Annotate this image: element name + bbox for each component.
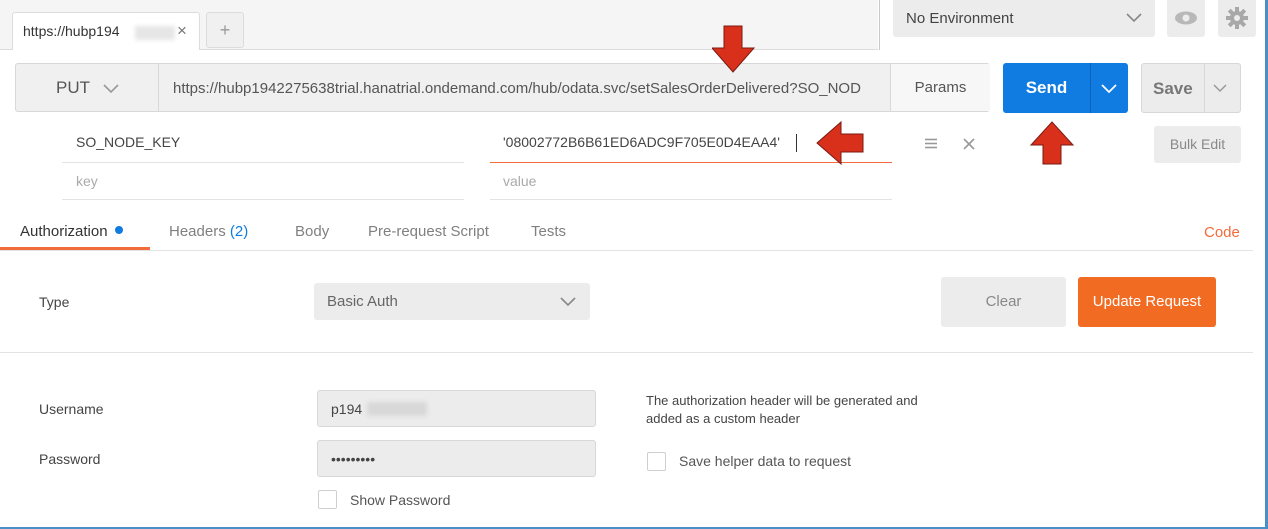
params-button[interactable]: Params xyxy=(890,64,990,111)
new-tab-button[interactable]: + xyxy=(206,12,244,48)
chevron-down-icon xyxy=(560,297,576,307)
save-helper-label: Save helper data to request xyxy=(679,453,852,469)
password-label: Password xyxy=(39,451,101,467)
redacted-blur xyxy=(367,402,427,416)
headers-count: (2) xyxy=(229,223,249,240)
username-value: p194 xyxy=(331,401,363,417)
status-dot xyxy=(114,226,123,234)
password-field[interactable]: ••••••••• xyxy=(317,440,596,477)
show-password-checkbox[interactable] xyxy=(318,490,337,509)
update-request-button[interactable]: Update Request xyxy=(1078,277,1216,327)
param-value[interactable]: '08002772B6B61ED6ADC9F705E0D4EAA4' xyxy=(503,134,780,150)
bulk-edit-button[interactable]: Bulk Edit xyxy=(1154,126,1241,163)
param-key[interactable]: SO_NODE_KEY xyxy=(76,134,180,150)
active-tab-indicator xyxy=(0,247,150,250)
tab-label: https://hubp194 xyxy=(23,23,120,39)
gear-icon xyxy=(1226,7,1248,29)
tab-headers[interactable]: Headers (2) xyxy=(169,223,248,240)
request-url-bar: PUT https://hubp1942275638trial.hanatria… xyxy=(15,63,990,112)
save-label: Save xyxy=(1153,79,1193,98)
code-link[interactable]: Code xyxy=(1204,224,1240,241)
eye-icon xyxy=(1175,11,1197,25)
arrow-left-icon xyxy=(816,121,864,165)
environment-label: No Environment xyxy=(906,10,1014,27)
eye-button[interactable] xyxy=(1167,0,1205,37)
show-password-label: Show Password xyxy=(350,492,451,508)
chevron-down-icon xyxy=(1126,13,1142,23)
send-button[interactable]: Send xyxy=(1003,63,1128,113)
chevron-down-icon xyxy=(103,84,119,94)
menu-icon[interactable] xyxy=(925,138,937,149)
clear-button[interactable]: Clear xyxy=(941,277,1066,327)
auth-type-select[interactable]: Basic Auth xyxy=(314,283,590,320)
method-select[interactable]: PUT xyxy=(16,64,159,111)
username-field[interactable]: p194 xyxy=(317,390,596,427)
chevron-down-icon[interactable] xyxy=(1101,83,1117,94)
close-icon[interactable] xyxy=(963,138,975,150)
divider xyxy=(0,352,1253,353)
key-placeholder[interactable]: key xyxy=(76,173,98,189)
divider xyxy=(1090,63,1091,113)
save-button[interactable]: Save xyxy=(1141,63,1241,113)
divider xyxy=(62,199,464,200)
divider xyxy=(62,162,464,163)
auth-type-value: Basic Auth xyxy=(327,293,398,310)
arrow-up-icon xyxy=(1029,121,1075,165)
save-helper-checkbox[interactable] xyxy=(647,452,666,471)
value-placeholder[interactable]: value xyxy=(503,173,536,189)
tab-pre-request-script[interactable]: Pre-request Script xyxy=(368,223,489,240)
tab-close-icon[interactable]: × xyxy=(177,21,187,41)
tab-body[interactable]: Body xyxy=(295,223,329,240)
username-label: Username xyxy=(39,401,104,417)
chevron-down-icon[interactable] xyxy=(1213,83,1227,93)
settings-button[interactable] xyxy=(1218,0,1256,37)
auth-note: The authorization header will be generat… xyxy=(646,393,918,426)
text-cursor xyxy=(796,134,797,152)
environment-select[interactable]: No Environment xyxy=(893,0,1155,37)
tab-tests[interactable]: Tests xyxy=(531,223,566,240)
divider xyxy=(490,199,892,200)
tab-authorization-label: Authorization xyxy=(20,223,108,240)
type-label: Type xyxy=(39,294,70,310)
method-label: PUT xyxy=(56,78,90,97)
request-tab[interactable]: https://hubp194 × xyxy=(12,12,200,50)
divider xyxy=(879,0,880,50)
url-input[interactable]: https://hubp1942275638trial.hanatrial.on… xyxy=(173,80,891,97)
password-value: ••••••••• xyxy=(331,451,376,467)
redacted-blur xyxy=(135,26,175,40)
tab-headers-label: Headers xyxy=(169,223,226,240)
arrow-down-icon xyxy=(712,25,756,73)
divider xyxy=(1204,64,1205,112)
divider xyxy=(0,250,1253,251)
tab-authorization[interactable]: Authorization xyxy=(20,223,123,240)
send-label: Send xyxy=(1025,78,1068,97)
